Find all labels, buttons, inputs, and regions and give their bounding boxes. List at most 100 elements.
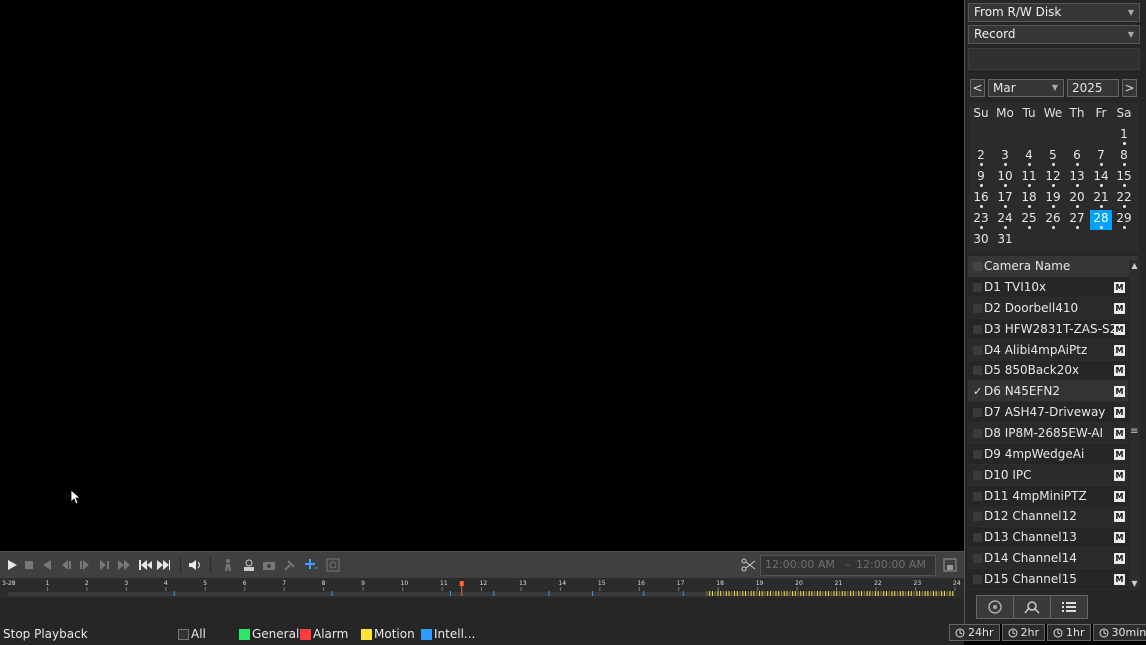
camera-checkbox[interactable] — [973, 428, 982, 438]
next-month-button[interactable]: > — [1122, 79, 1137, 97]
camera-checkbox[interactable] — [973, 449, 982, 459]
camera-row[interactable]: D5 850Back20x M — [968, 360, 1128, 382]
calendar-day-16[interactable]: 16 — [970, 189, 992, 209]
list-button[interactable] — [1050, 595, 1088, 619]
camera-row[interactable]: D7 ASH47-Driveway M — [968, 402, 1128, 424]
calendar-day-20[interactable]: 20 — [1066, 189, 1088, 209]
calendar-day-3[interactable]: 3 — [994, 147, 1016, 167]
camera-checkbox[interactable] — [973, 533, 982, 543]
calendar-day-28[interactable]: 28 — [1090, 210, 1112, 230]
camera-row[interactable]: D9 4mpWedgeAi M — [968, 444, 1128, 465]
calendar-day-9[interactable]: 9 — [970, 168, 992, 188]
main-stream-icon[interactable]: M — [1114, 448, 1125, 460]
camera-row[interactable]: D12 Channel12 M — [968, 506, 1128, 528]
all-checkbox[interactable] — [178, 628, 189, 640]
camera-checkbox[interactable] — [973, 283, 982, 292]
camera-row[interactable]: D1 TVI10x M — [968, 277, 1128, 298]
scroll-handle-icon[interactable]: ≡ — [1130, 427, 1139, 437]
calendar-day-21[interactable]: 21 — [1090, 189, 1112, 209]
clip-start-time[interactable]: 12:00:00 AM — [765, 558, 835, 571]
main-stream-icon[interactable]: M — [1114, 553, 1125, 565]
camera-checkbox[interactable] — [973, 512, 982, 522]
camera-row[interactable]: D13 Channel13 M — [968, 527, 1128, 549]
scroll-down-icon[interactable]: ▼ — [1129, 578, 1140, 590]
fisheye-icon[interactable] — [326, 558, 340, 572]
calendar-day-12[interactable]: 12 — [1042, 168, 1064, 188]
main-stream-icon[interactable]: M — [1114, 407, 1125, 419]
volume-icon[interactable] — [188, 558, 202, 572]
main-stream-icon[interactable]: M — [1114, 427, 1125, 439]
main-stream-icon[interactable]: M — [1114, 573, 1125, 585]
calendar-day-7[interactable]: 7 — [1090, 147, 1112, 167]
next-record-icon[interactable] — [156, 558, 170, 572]
calendar-day-4[interactable]: 4 — [1018, 147, 1040, 167]
calendar-day-14[interactable]: 14 — [1090, 168, 1112, 188]
calendar-day-8[interactable]: 8 — [1113, 147, 1135, 167]
calendar-day-29[interactable]: 29 — [1113, 210, 1135, 230]
checkmark-icon[interactable]: ✓ — [973, 381, 982, 402]
calendar-day-31[interactable]: 31 — [994, 231, 1016, 251]
year-input[interactable]: 2025 — [1067, 79, 1119, 97]
camera-row[interactable]: D14 Channel14 M — [968, 548, 1128, 570]
playhead-marker[interactable] — [459, 581, 464, 586]
filter-all[interactable]: All — [178, 627, 206, 641]
main-stream-icon[interactable]: M — [1114, 469, 1125, 481]
month-select[interactable]: Mar ▼ — [988, 79, 1064, 97]
main-stream-icon[interactable]: M — [1114, 282, 1125, 293]
device-button[interactable] — [976, 595, 1014, 619]
calendar-day-1[interactable]: 1 — [1113, 126, 1135, 146]
main-stream-icon[interactable]: M — [1114, 490, 1125, 502]
camera-row[interactable]: D15 Channel15 M — [968, 569, 1128, 590]
camera-checkbox[interactable] — [973, 491, 982, 501]
calendar-day-26[interactable]: 26 — [1042, 210, 1064, 230]
smart-search-icon[interactable] — [221, 558, 235, 572]
calendar-day-17[interactable]: 17 — [994, 189, 1016, 209]
zoom-24hr-button[interactable]: 24hr — [949, 624, 1000, 641]
main-stream-icon[interactable]: M — [1114, 323, 1125, 335]
next-frame-icon[interactable] — [78, 558, 92, 572]
fast-play-icon[interactable] — [99, 558, 113, 572]
play-backward-icon[interactable] — [40, 558, 54, 572]
timeline-svg[interactable]: 3-28 1 2 3 4 5 6 7 8 9 10 11 12 13 14 15 16 17 18 19 20 21 22 2… — [0, 578, 964, 598]
calendar-day-25[interactable]: 25 — [1018, 210, 1040, 230]
face-search-icon[interactable] — [241, 558, 255, 572]
calendar-day-30[interactable]: 30 — [970, 231, 992, 251]
camera-list-scrollbar[interactable]: ▲ ≡ ▼ — [1129, 260, 1140, 590]
motion-swatch[interactable] — [361, 628, 372, 640]
main-stream-icon[interactable]: M — [1114, 302, 1125, 314]
camera-checkbox[interactable] — [973, 554, 982, 564]
source-dropdown[interactable]: From R/W Disk ▼ — [968, 3, 1140, 22]
camera-checkbox[interactable] — [973, 324, 982, 334]
slow-play-icon[interactable] — [59, 558, 73, 572]
tag-icon[interactable] — [283, 558, 297, 572]
prev-month-button[interactable]: < — [970, 79, 985, 97]
video-playback-area[interactable] — [0, 0, 964, 551]
camera-row[interactable]: D2 Doorbell410 M — [968, 297, 1128, 319]
timeline-track-bar[interactable] — [8, 592, 955, 596]
add-tag-icon[interactable] — [304, 558, 318, 572]
zoom-2hr-button[interactable]: 2hr — [1001, 624, 1045, 641]
calendar-day-6[interactable]: 6 — [1066, 147, 1088, 167]
play-icon[interactable] — [5, 558, 19, 572]
camera-checkbox[interactable] — [973, 470, 982, 480]
intel-swatch[interactable] — [421, 628, 432, 640]
stop-icon[interactable] — [22, 558, 36, 572]
camera-row[interactable]: D3 HFW2831T-ZAS-S2 M — [968, 319, 1128, 340]
camera-row[interactable]: D10 IPC M — [968, 464, 1128, 486]
save-clip-icon[interactable] — [941, 558, 959, 572]
calendar-day-27[interactable]: 27 — [1066, 210, 1088, 230]
fast-forward-icon[interactable] — [117, 558, 131, 572]
main-stream-icon[interactable]: M — [1114, 532, 1125, 544]
zoom-1hr-button[interactable]: 1hr — [1047, 624, 1091, 641]
previous-record-icon[interactable] — [138, 558, 152, 572]
filter-intel[interactable]: Intell... — [421, 627, 475, 641]
calendar-day-22[interactable]: 22 — [1113, 189, 1135, 209]
calendar-day-10[interactable]: 10 — [994, 168, 1016, 188]
filter-general[interactable]: General — [239, 627, 299, 641]
type-dropdown[interactable]: Record ▼ — [968, 25, 1140, 44]
clip-end-time[interactable]: 12:00:00 AM — [856, 558, 926, 571]
filter-alarm[interactable]: Alarm — [300, 627, 348, 641]
general-swatch[interactable] — [239, 628, 250, 640]
main-stream-icon[interactable]: M — [1114, 511, 1125, 523]
zoom-30min-button[interactable]: 30min — [1092, 624, 1146, 641]
